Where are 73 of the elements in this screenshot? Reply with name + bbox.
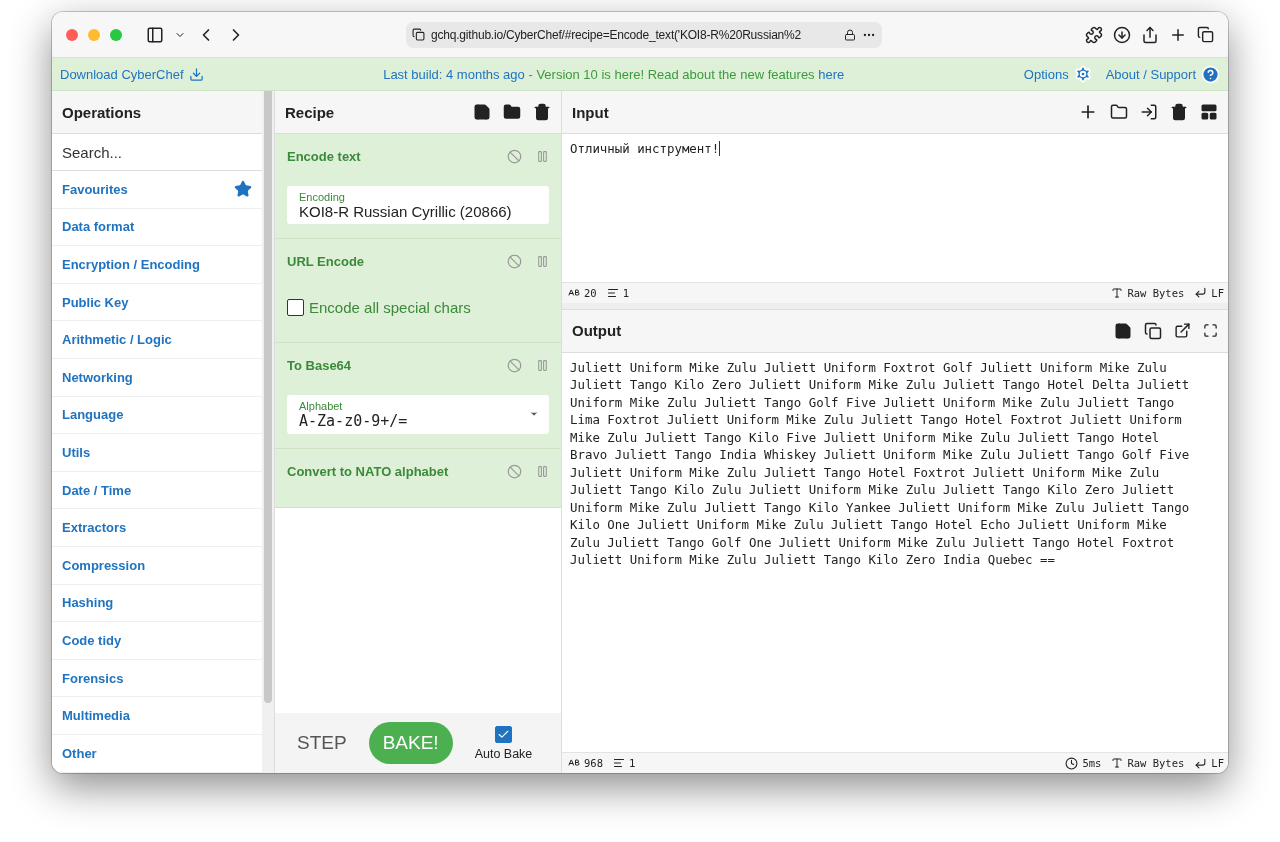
letters-icon xyxy=(568,286,580,299)
output-text: Juliett Uniform Mike Zulu Juliett Uniform Foxtrot Golf Juliett Uniform Mike Zulu Juliett Tango Kilo Zero Juliett Uniform Mike Zulu Juliett Tango Hotel Delta Juliett Uniform Mike Zulu Juliett Tango Golf Five Juliett Uniform Mike Zulu Juliett Tango Lima Foxtrot Juliett Uniform Mike Zulu Juliett Tango Hotel Foxtrot Juliett Uniform Mike Zulu Juliett Tango Kilo Five Juliett Uniform Mike Zulu Juliett Tango Hotel Bravo Juliett Tango India Whiskey Juliett Uniform Mike Zulu Juliett Tango Golf Five Juliett Uniform Mike Zulu Juliett Tango Hotel Foxtrot Juliett Uniform Mike Zulu Juliett Tango Kilo Zulu Juliett Uniform Mike Zulu Juliett Tango Kilo Zero Juliett Uniform Mike Zulu Juliett Tango Kilo Yankee Juliett Uniform Mike Zulu Juliett Tango Kilo One Juliett Uniform Mike Zulu Juliett Tango Hotel Echo Juliett Uniform Mike Zulu Juliett Tango Golf One Juliett Uniform Mike Zulu Juliett Tango Hotel Foxtrot Juliett Uniform Mike Zulu Juliett Tango Kilo Zero India Quebec == xyxy=(569,358,1191,569)
url-text: gchq.github.io/CyberChef/#recipe=Encode_text('KOI8-R%20Russian%2 xyxy=(431,27,803,42)
panel-title: Operations xyxy=(62,103,143,121)
separator-text: - xyxy=(527,66,534,82)
gear-icon[interactable] xyxy=(1073,65,1092,83)
address-bar[interactable]: gchq.github.io/CyberChef/#recipe=Encode_text('KOI8-R%20Russian%2 xyxy=(406,21,882,48)
folder-icon[interactable] xyxy=(1110,103,1128,121)
checkbox-label: Encode all special chars xyxy=(309,299,471,316)
download-link[interactable]: Download CyberChef xyxy=(60,66,184,82)
checkbox[interactable] xyxy=(287,299,304,316)
length-count: 968 xyxy=(584,757,603,769)
load-icon[interactable] xyxy=(1140,103,1158,121)
return-icon[interactable] xyxy=(1194,286,1208,299)
recipe-step[interactable]: Encode text Encoding KOI8-R Russian Cyrillic (20866) xyxy=(275,134,561,239)
lock-icon xyxy=(844,28,856,41)
recipe-step[interactable]: To Base64 Alphabet A-Za-z0-9+/= xyxy=(275,343,561,449)
clock-icon xyxy=(1065,756,1079,770)
folder-icon[interactable] xyxy=(503,103,521,121)
copy-icon[interactable] xyxy=(1144,321,1162,340)
panel-title: Recipe xyxy=(285,103,336,121)
news-link[interactable]: here xyxy=(818,66,845,82)
recipe-step[interactable]: URL Encode Encode all special chars xyxy=(275,239,561,343)
extension-icon[interactable] xyxy=(1085,25,1103,44)
download-icon[interactable] xyxy=(1113,25,1131,44)
line-count: 1 xyxy=(622,286,629,299)
input-field[interactable]: Отличный инструмент! xyxy=(562,134,1228,282)
trash-icon[interactable] xyxy=(1170,103,1188,121)
step-button[interactable]: STEP xyxy=(297,732,347,754)
caret-icon xyxy=(529,409,539,419)
checkbox[interactable] xyxy=(494,725,512,743)
bake-time: 5ms xyxy=(1082,757,1102,769)
layout-icon[interactable] xyxy=(1200,103,1218,121)
fullscreen-icon[interactable] xyxy=(1203,323,1218,338)
scrollbar-thumb[interactable] xyxy=(264,91,272,703)
checkbox-label: Auto Bake xyxy=(474,746,533,761)
sidebar-icon[interactable] xyxy=(146,25,164,44)
options-link[interactable]: Options xyxy=(1023,66,1069,82)
encoding-selector[interactable]: Raw Bytes xyxy=(1127,286,1185,299)
line-count: 1 xyxy=(628,757,636,769)
step-name: Encode text xyxy=(287,148,362,164)
share-icon[interactable] xyxy=(1141,25,1159,44)
encoding-selector[interactable]: Raw Bytes xyxy=(1127,757,1185,769)
save-icon[interactable] xyxy=(473,103,491,121)
step-name: Convert to NATO alphabet xyxy=(287,463,450,479)
return-icon[interactable] xyxy=(1194,756,1208,770)
step-name: URL Encode xyxy=(287,253,366,269)
save-icon[interactable] xyxy=(1114,321,1132,340)
eol-selector[interactable]: LF xyxy=(1211,757,1224,769)
trash-icon[interactable] xyxy=(533,103,551,121)
panel-title: Output xyxy=(572,322,623,339)
star-icon[interactable] xyxy=(234,180,252,199)
help-icon[interactable] xyxy=(1201,64,1220,84)
lines-icon xyxy=(612,757,625,769)
text-size-icon[interactable] xyxy=(1111,757,1124,769)
panel-title: Input xyxy=(572,103,610,121)
close-button[interactable] xyxy=(66,28,78,41)
eol-selector[interactable]: LF xyxy=(1211,286,1224,299)
letters-icon xyxy=(568,757,580,769)
news-text: Version 10 is here! Read about the new features xyxy=(536,66,816,82)
bake-button[interactable]: BAKE! xyxy=(368,722,453,764)
upload-icon[interactable] xyxy=(1174,322,1191,339)
about-link[interactable]: About / Support xyxy=(1105,66,1196,82)
argument-field[interactable]: Encoding KOI8-R Russian Cyrillic (20866) xyxy=(287,186,549,224)
step-name: To Base64 xyxy=(287,357,353,373)
build-link[interactable]: Last build: 4 months ago xyxy=(383,66,525,82)
text-size-icon[interactable] xyxy=(1111,286,1124,299)
argument-field[interactable]: Alphabet A-Za-z0-9+/= xyxy=(287,395,549,434)
lines-icon xyxy=(606,286,619,299)
category-item[interactable]: Favourites xyxy=(62,181,128,197)
length-count: 20 xyxy=(584,286,597,299)
page-icon xyxy=(412,28,425,41)
tabs-icon[interactable] xyxy=(1197,26,1214,43)
